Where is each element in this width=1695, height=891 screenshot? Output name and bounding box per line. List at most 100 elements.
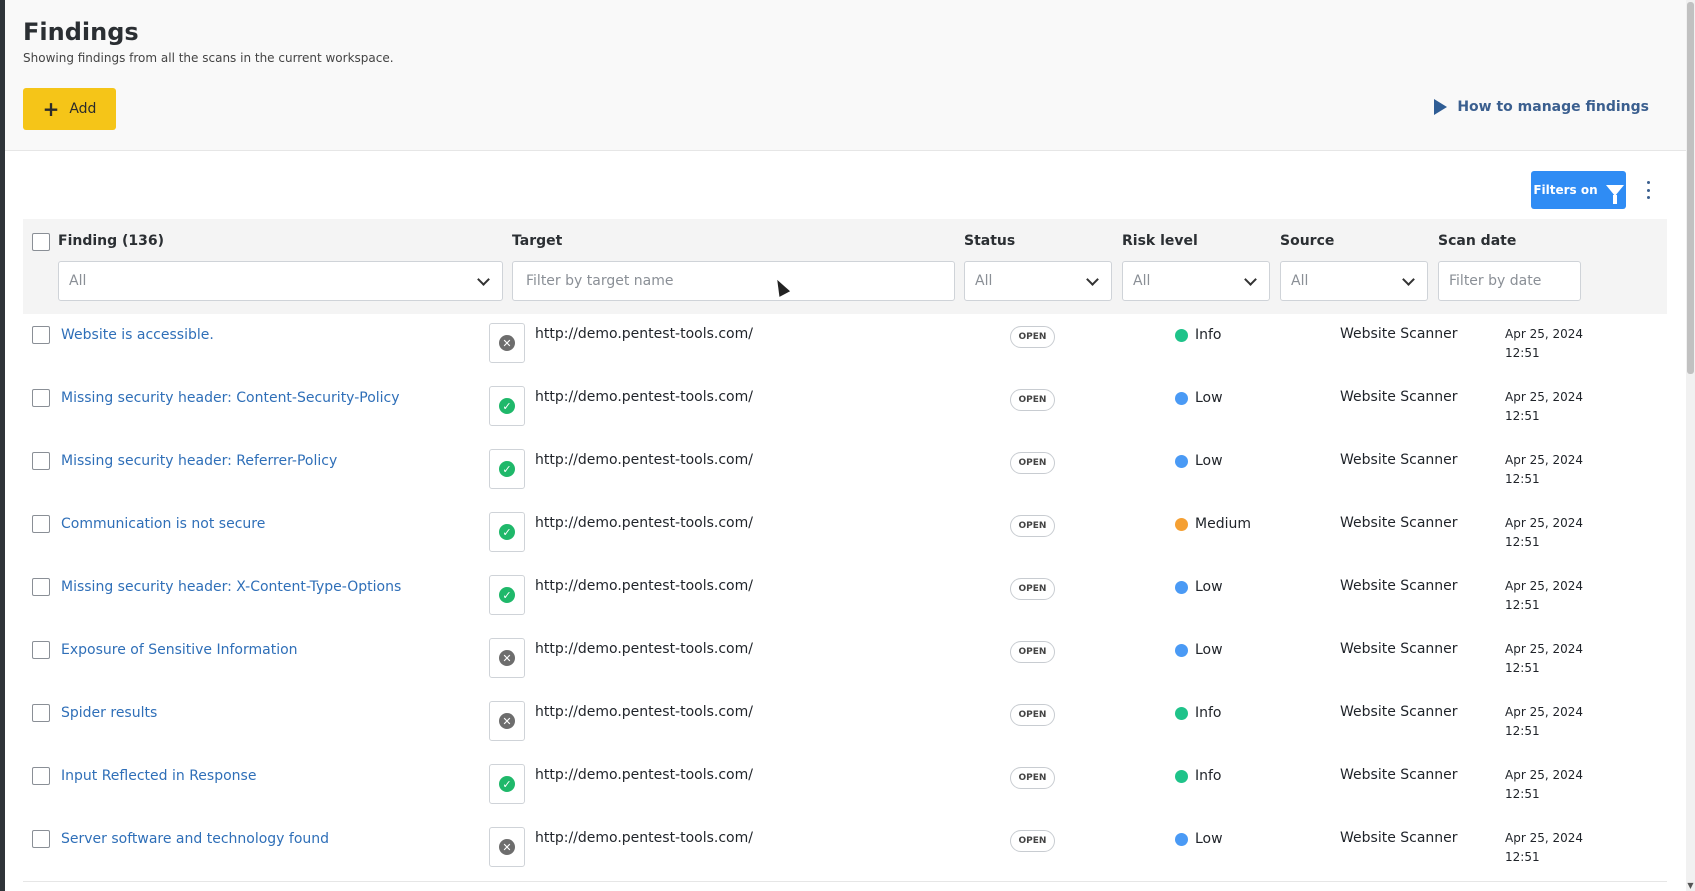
scrollbar-thumb[interactable] <box>1687 2 1694 374</box>
risk-level-label: Low <box>1195 453 1223 469</box>
row-checkbox[interactable] <box>32 767 50 785</box>
risk-level: Medium <box>1175 516 1251 532</box>
row-scan-date: Apr 25, 2024 12:51 <box>1505 640 1583 678</box>
risk-level: Low <box>1175 453 1223 469</box>
row-target: http://demo.pentest-tools.com/ <box>535 641 753 657</box>
verification-toggle[interactable]: ✓ <box>489 575 525 615</box>
verification-toggle[interactable]: ✓ <box>489 764 525 804</box>
scan-date-time: 12:51 <box>1505 724 1540 738</box>
row-target: http://demo.pentest-tools.com/ <box>535 704 753 720</box>
verification-toggle[interactable]: ✕ <box>489 638 525 678</box>
status-badge: OPEN <box>1010 452 1055 474</box>
row-checkbox[interactable] <box>32 641 50 659</box>
column-risk-level[interactable]: Risk level <box>1122 233 1198 249</box>
row-scan-date: Apr 25, 2024 12:51 <box>1505 451 1583 489</box>
row-scan-date: Apr 25, 2024 12:51 <box>1505 514 1583 552</box>
column-finding[interactable]: Finding (136) <box>58 233 164 249</box>
vertical-scrollbar[interactable]: ▼ <box>1686 0 1695 891</box>
verification-toggle[interactable]: ✕ <box>489 323 525 363</box>
row-target: http://demo.pentest-tools.com/ <box>535 578 753 594</box>
verification-toggle[interactable]: ✕ <box>489 701 525 741</box>
finding-link[interactable]: Missing security header: X-Content-Type-… <box>61 579 401 595</box>
finding-link[interactable]: Server software and technology found <box>61 831 329 847</box>
finding-link[interactable]: Missing security header: Content-Securit… <box>61 390 400 406</box>
source-filter-select[interactable]: All <box>1280 261 1428 301</box>
row-source: Website Scanner <box>1340 767 1458 783</box>
scan-date-time: 12:51 <box>1505 598 1540 612</box>
status-badge: OPEN <box>1010 578 1055 600</box>
column-status[interactable]: Status <box>964 233 1015 249</box>
filters-toggle-button[interactable]: Filters on <box>1531 171 1626 209</box>
finding-link[interactable]: Communication is not secure <box>61 516 265 532</box>
how-to-label: How to manage findings <box>1457 99 1649 115</box>
verification-toggle[interactable]: ✓ <box>489 386 525 426</box>
row-source: Website Scanner <box>1340 641 1458 657</box>
risk-filter-select[interactable]: All <box>1122 261 1270 301</box>
column-source[interactable]: Source <box>1280 233 1334 249</box>
column-scan-date[interactable]: Scan date <box>1438 233 1516 249</box>
risk-level-label: Low <box>1195 390 1223 406</box>
table-row: Missing security header: Content-Securit… <box>23 377 1667 441</box>
row-checkbox[interactable] <box>32 830 50 848</box>
verification-toggle[interactable]: ✓ <box>489 449 525 489</box>
check-circle-icon: ✓ <box>499 461 515 477</box>
scan-date-day: Apr 25, 2024 <box>1505 705 1584 719</box>
row-scan-date: Apr 25, 2024 12:51 <box>1505 766 1583 804</box>
row-checkbox[interactable] <box>32 452 50 470</box>
row-checkbox[interactable] <box>32 515 50 533</box>
date-filter-input[interactable]: Filter by date <box>1438 261 1581 301</box>
row-target: http://demo.pentest-tools.com/ <box>535 830 753 846</box>
risk-level: Low <box>1175 390 1223 406</box>
how-to-manage-findings-link[interactable]: How to manage findings <box>1434 99 1649 115</box>
status-badge: OPEN <box>1010 767 1055 789</box>
scan-date-day: Apr 25, 2024 <box>1505 327 1584 341</box>
source-filter-value: All <box>1291 273 1309 289</box>
scan-date-time: 12:51 <box>1505 535 1540 549</box>
scan-date-day: Apr 25, 2024 <box>1505 831 1584 845</box>
row-checkbox[interactable] <box>32 704 50 722</box>
check-circle-icon: ✓ <box>499 587 515 603</box>
scroll-down-arrow-icon[interactable]: ▼ <box>1686 881 1695 891</box>
table-row: Input Reflected in Response ✓ http://dem… <box>23 755 1667 819</box>
page-title: Findings <box>23 18 139 46</box>
chevron-down-icon <box>477 273 490 286</box>
finding-link[interactable]: Spider results <box>61 705 157 721</box>
risk-dot-icon <box>1175 643 1188 657</box>
add-button[interactable]: + Add <box>23 88 116 130</box>
close-circle-icon: ✕ <box>499 713 515 729</box>
table-header: Finding (136) Target Status Risk level S… <box>23 219 1667 315</box>
more-options-icon[interactable] <box>1645 181 1651 199</box>
status-badge: OPEN <box>1010 704 1055 726</box>
select-all-checkbox[interactable] <box>32 233 50 251</box>
target-filter-input[interactable]: Filter by target name <box>512 261 955 301</box>
row-checkbox[interactable] <box>32 578 50 596</box>
finding-link[interactable]: Exposure of Sensitive Information <box>61 642 298 658</box>
scan-date-day: Apr 25, 2024 <box>1505 642 1584 656</box>
row-checkbox[interactable] <box>32 326 50 344</box>
scan-date-time: 12:51 <box>1505 346 1540 360</box>
risk-level-label: Info <box>1195 768 1222 784</box>
finding-link[interactable]: Missing security header: Referrer-Policy <box>61 453 337 469</box>
scan-date-day: Apr 25, 2024 <box>1505 453 1584 467</box>
finding-link[interactable]: Website is accessible. <box>61 327 214 343</box>
row-target: http://demo.pentest-tools.com/ <box>535 452 753 468</box>
row-source: Website Scanner <box>1340 515 1458 531</box>
row-checkbox[interactable] <box>32 389 50 407</box>
scan-date-day: Apr 25, 2024 <box>1505 579 1584 593</box>
finding-link[interactable]: Input Reflected in Response <box>61 768 256 784</box>
row-source: Website Scanner <box>1340 389 1458 405</box>
finding-filter-select[interactable]: All <box>58 261 503 301</box>
verification-toggle[interactable]: ✕ <box>489 827 525 867</box>
row-source: Website Scanner <box>1340 830 1458 846</box>
row-source: Website Scanner <box>1340 704 1458 720</box>
close-circle-icon: ✕ <box>499 335 515 351</box>
row-source: Website Scanner <box>1340 578 1458 594</box>
column-target[interactable]: Target <box>512 233 562 249</box>
row-target: http://demo.pentest-tools.com/ <box>535 515 753 531</box>
row-scan-date: Apr 25, 2024 12:51 <box>1505 325 1583 363</box>
risk-level: Low <box>1175 579 1223 595</box>
verification-toggle[interactable]: ✓ <box>489 512 525 552</box>
page-header: Findings Showing findings from all the s… <box>5 0 1686 151</box>
status-filter-select[interactable]: All <box>964 261 1112 301</box>
finding-filter-value: All <box>69 273 87 289</box>
